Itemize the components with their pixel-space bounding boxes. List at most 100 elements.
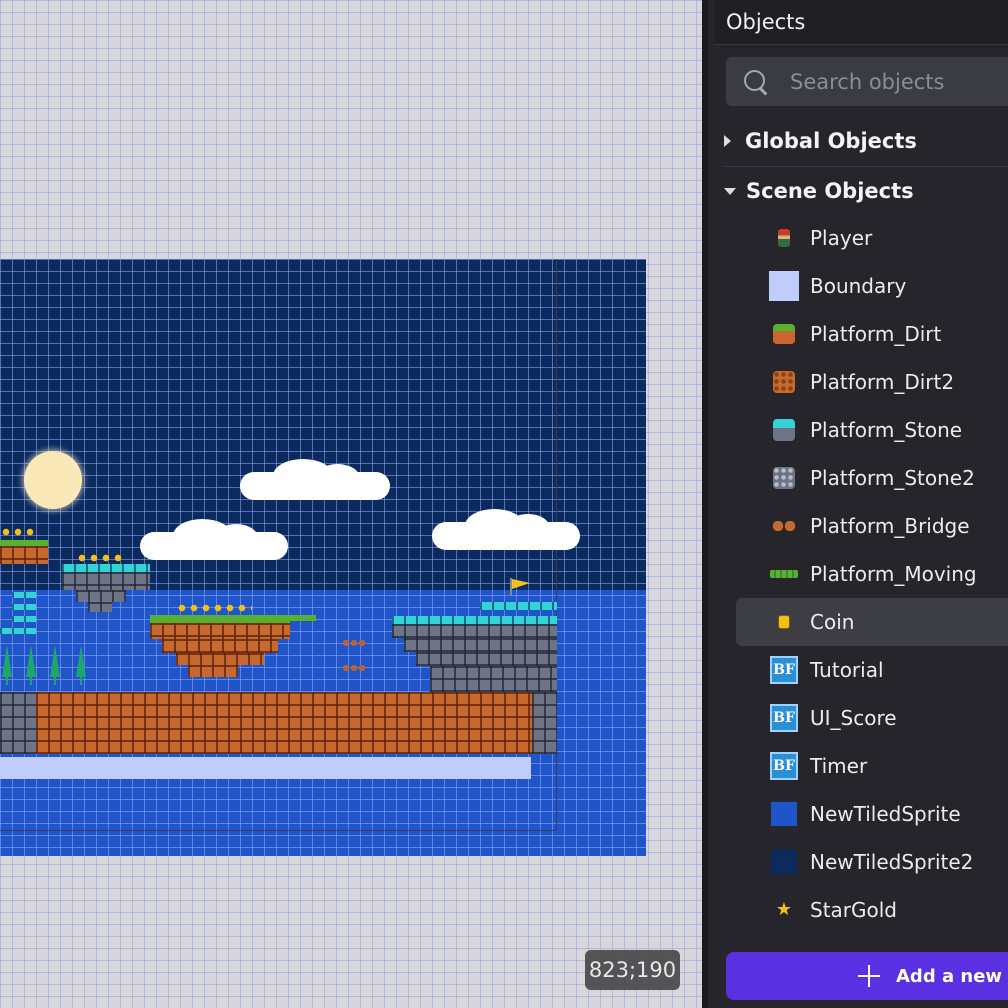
- scene-objects-group[interactable]: Scene Objects: [724, 171, 914, 211]
- platform-stone2-icon: [768, 462, 800, 494]
- flag-cloth: [512, 579, 530, 589]
- object-item-platform-bridge[interactable]: Platform_Bridge: [736, 502, 1008, 550]
- platform-stone2[interactable]: [416, 652, 557, 666]
- platform-stone-icon: [768, 414, 800, 446]
- object-label: NewTiledSprite: [810, 802, 961, 826]
- global-objects-group[interactable]: Global Objects: [724, 121, 1008, 167]
- bitmap-text-icon: BF: [770, 752, 798, 780]
- group-label: Scene Objects: [746, 179, 914, 203]
- object-item-platform-stone[interactable]: Platform_Stone: [736, 406, 1008, 454]
- platform-stone[interactable]: [480, 602, 557, 610]
- object-item-platform-dirt2[interactable]: Platform_Dirt2: [736, 358, 1008, 406]
- platform-bridge[interactable]: [342, 665, 366, 671]
- platform-dirt[interactable]: [150, 615, 290, 623]
- platform-stone2[interactable]: [88, 602, 112, 612]
- object-label: Player: [810, 226, 873, 250]
- search-box[interactable]: [726, 57, 1008, 106]
- scene-editor-canvas[interactable]: 823;190: [0, 0, 702, 1008]
- bitmap-text-icon: BF: [770, 656, 798, 684]
- star-icon: ★: [775, 899, 793, 920]
- platform-dirt2[interactable]: [188, 665, 238, 677]
- platform-stone[interactable]: [12, 616, 36, 622]
- object-label: StarGold: [810, 898, 898, 922]
- coin-row[interactable]: [76, 554, 124, 562]
- platform-moving[interactable]: [290, 615, 316, 621]
- object-label: NewTiledSprite2: [810, 850, 974, 874]
- object-label: Tutorial: [810, 658, 884, 682]
- object-label: Platform_Stone2: [810, 466, 975, 490]
- object-item-tutorial[interactable]: BF Tutorial: [736, 646, 1008, 694]
- panel-title: Objects: [714, 0, 1008, 45]
- platform-stone2[interactable]: [76, 590, 126, 602]
- caret-right-icon: [724, 135, 731, 147]
- tiled-sprite2-icon: [768, 846, 800, 878]
- object-label: UI_Score: [810, 706, 897, 730]
- platform-dirt2[interactable]: [162, 639, 278, 653]
- plus-icon: [858, 965, 880, 987]
- platform-dirt2[interactable]: [0, 546, 48, 564]
- objects-panel: Objects Global Objects Scene Objects Pla…: [702, 0, 1008, 1008]
- boundary-sprite-icon: [768, 270, 800, 302]
- search-input[interactable]: [790, 69, 1008, 94]
- object-list: Player Boundary Platform_Dirt Platform_D…: [708, 214, 1008, 934]
- object-label: Platform_Bridge: [810, 514, 970, 538]
- platform-bridge-icon: [768, 510, 800, 542]
- platform-stone2[interactable]: [404, 638, 557, 652]
- tiled-sprite-icon: [768, 798, 800, 830]
- moon-sprite[interactable]: [24, 451, 82, 509]
- platform-stone2[interactable]: [0, 692, 36, 754]
- object-item-boundary[interactable]: Boundary: [736, 262, 1008, 310]
- goal-flag[interactable]: [510, 578, 532, 596]
- platform-dirt2[interactable]: [150, 623, 290, 639]
- object-label: Platform_Dirt2: [810, 370, 955, 394]
- object-label: Boundary: [810, 274, 907, 298]
- search-icon: [742, 68, 770, 96]
- platform-stone[interactable]: [12, 604, 36, 610]
- platform-stone2[interactable]: [532, 692, 557, 754]
- platform-dirt2-icon: [768, 366, 800, 398]
- platform-stone[interactable]: [0, 628, 36, 634]
- object-item-timer[interactable]: BF Timer: [736, 742, 1008, 790]
- object-item-platform-dirt[interactable]: Platform_Dirt: [736, 310, 1008, 358]
- platform-dirt2[interactable]: [176, 653, 264, 665]
- object-item-player[interactable]: Player: [736, 214, 1008, 262]
- coin-icon: [768, 606, 800, 638]
- object-item-newtiledsprite[interactable]: NewTiledSprite: [736, 790, 1008, 838]
- boundary-sprite[interactable]: [0, 757, 531, 779]
- add-button-label: Add a new ob: [896, 965, 1008, 987]
- add-new-object-button[interactable]: Add a new ob: [726, 952, 1008, 1000]
- group-label: Global Objects: [745, 129, 917, 153]
- platform-dirt2[interactable]: [36, 692, 532, 754]
- platform-stone[interactable]: [62, 564, 150, 572]
- platform-stone[interactable]: [392, 616, 557, 624]
- object-label: Platform_Stone: [810, 418, 963, 442]
- flag-pole: [510, 578, 512, 596]
- caret-down-icon: [724, 187, 736, 195]
- object-item-newtiledsprite2[interactable]: NewTiledSprite2: [736, 838, 1008, 886]
- object-label: Platform_Dirt: [810, 322, 942, 346]
- platform-stone2[interactable]: [392, 624, 557, 638]
- cloud-sprite[interactable]: [240, 459, 390, 500]
- object-item-coin[interactable]: Coin: [736, 598, 1008, 646]
- cursor-coordinates: 823;190: [585, 950, 680, 990]
- object-item-ui-score[interactable]: BF UI_Score: [736, 694, 1008, 742]
- cloud-sprite[interactable]: [140, 519, 288, 560]
- platform-stone[interactable]: [12, 592, 36, 598]
- object-item-platform-stone2[interactable]: Platform_Stone2: [736, 454, 1008, 502]
- coin-row[interactable]: [176, 604, 252, 612]
- platform-stone2[interactable]: [62, 572, 150, 590]
- coin-row[interactable]: [0, 528, 36, 536]
- player-sprite-icon: [768, 222, 800, 254]
- platform-moving-icon: [768, 558, 800, 590]
- object-item-stargold[interactable]: ★ StarGold: [736, 886, 1008, 934]
- object-label: Timer: [810, 754, 868, 778]
- object-label: Platform_Moving: [810, 562, 977, 586]
- platform-bridge[interactable]: [342, 640, 366, 646]
- divider: [724, 166, 1008, 167]
- object-label: Coin: [810, 610, 855, 634]
- bitmap-text-icon: BF: [770, 704, 798, 732]
- cloud-sprite[interactable]: [432, 509, 580, 550]
- object-item-platform-moving[interactable]: Platform_Moving: [736, 550, 1008, 598]
- platform-stone2[interactable]: [430, 666, 557, 692]
- platform-dirt-icon: [768, 318, 800, 350]
